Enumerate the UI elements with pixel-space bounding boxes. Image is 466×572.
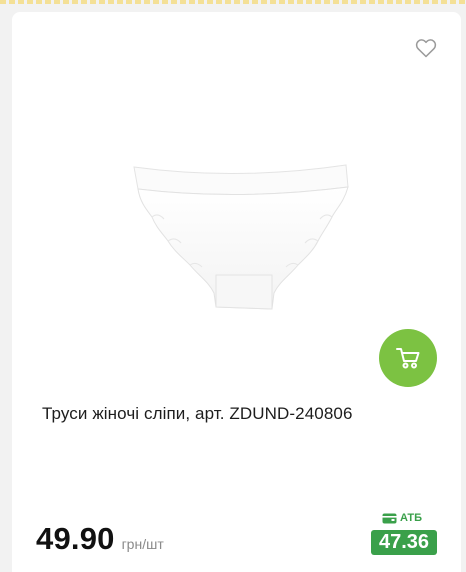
club-price-badge: 47.36 <box>371 530 437 555</box>
top-border-stripe <box>0 0 466 4</box>
product-title[interactable]: Труси жіночі сліпи, арт. ZDUND-240806 <box>42 404 442 424</box>
price-unit: грн/шт <box>121 536 164 552</box>
add-to-cart-button[interactable] <box>379 329 437 387</box>
cart-icon <box>396 348 420 369</box>
product-card[interactable]: Труси жіночі сліпи, арт. ZDUND-240806 49… <box>12 12 461 572</box>
club-price-label: АТБ <box>382 512 422 524</box>
club-label-text: АТБ <box>400 512 423 524</box>
wallet-icon <box>382 513 397 523</box>
product-image[interactable] <box>122 147 352 327</box>
price-value: 49.90 <box>36 521 115 556</box>
favorite-heart-icon[interactable] <box>414 36 438 60</box>
price-block: 49.90 грн/шт <box>36 521 164 557</box>
